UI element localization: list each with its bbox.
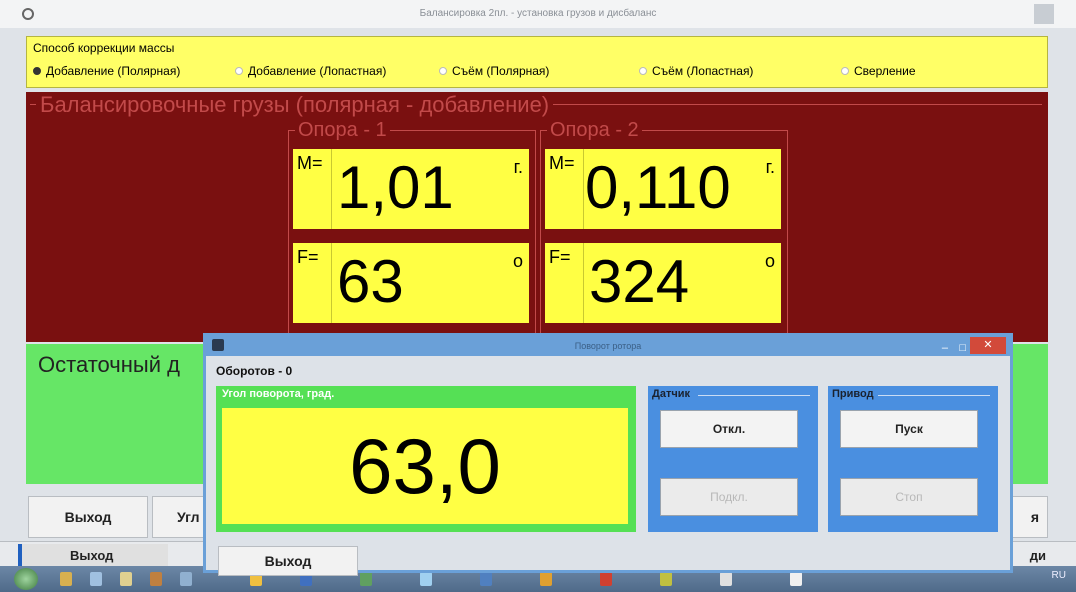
- angle-unit: o: [512, 251, 523, 271]
- taskbar-app-icon[interactable]: [720, 572, 732, 586]
- mass-prefix: M=: [297, 153, 323, 173]
- revolutions-counter: Оборотов - 0: [216, 364, 293, 378]
- close-icon[interactable]: ✕: [970, 337, 1006, 354]
- status-exit-tab[interactable]: Выход: [18, 544, 168, 568]
- angle-unit: o: [764, 251, 775, 271]
- taskbar-app-icon[interactable]: [60, 572, 72, 586]
- divider: [331, 243, 332, 323]
- exit-button[interactable]: Выход: [28, 496, 148, 538]
- radio-dot-icon: [33, 67, 41, 75]
- radio-remove-polar[interactable]: Съём (Полярная): [439, 64, 549, 78]
- angle-prefix: F=: [297, 247, 319, 267]
- mass-unit: г.: [513, 157, 523, 177]
- main-title-bar: Балансировка 2пл. - установка грузов и д…: [0, 0, 1076, 28]
- mass-value: 0,110: [585, 154, 731, 221]
- taskbar-app-icon[interactable]: [180, 572, 192, 586]
- sensor-group: Датчик Откл. Подкл.: [648, 386, 818, 532]
- support-1-title: Опора - 1: [295, 119, 390, 142]
- radio-label: Съём (Полярная): [452, 64, 550, 78]
- sensor-caption: Датчик: [652, 388, 690, 400]
- sensor-off-button[interactable]: Откл.: [660, 410, 798, 448]
- support-1-angle: F= 63 o: [293, 243, 529, 323]
- minimize-icon[interactable]: –: [942, 338, 948, 358]
- correction-mode-group: Способ коррекции массы Добавление (Поляр…: [26, 36, 1048, 88]
- divider: [331, 149, 332, 229]
- radio-dot-icon: [639, 67, 647, 75]
- support-1-mass: M= 1,01 г.: [293, 149, 529, 229]
- radio-label: Добавление (Полярная): [46, 64, 181, 78]
- rotation-angle-panel: Угол поворота, град. 63,0: [216, 386, 636, 532]
- mass-prefix: M=: [549, 153, 575, 173]
- radio-dot-icon: [841, 67, 849, 75]
- residual-title: Остаточный д: [38, 352, 180, 377]
- radio-label: Добавление (Лопастная): [248, 64, 387, 78]
- app-icon: [22, 8, 34, 20]
- taskbar-app-icon[interactable]: [660, 572, 672, 586]
- taskbar-app-icon[interactable]: [480, 572, 492, 586]
- dialog-app-icon: [212, 339, 224, 351]
- taskbar-app-icon[interactable]: [600, 572, 612, 586]
- drive-caption: Привод: [832, 388, 874, 400]
- divider: [583, 243, 584, 323]
- dialog-title: Поворот ротора: [574, 341, 642, 351]
- weights-legend: Балансировочные грузы (полярная - добавл…: [36, 92, 554, 118]
- status-right-text: ди: [1029, 548, 1046, 563]
- radio-remove-blade[interactable]: Съём (Лопастная): [639, 64, 753, 78]
- balancing-weights-panel: Балансировочные грузы (полярная - добавл…: [26, 92, 1048, 440]
- sensor-on-button[interactable]: Подкл.: [660, 478, 798, 516]
- system-tray[interactable]: RU: [1052, 570, 1066, 581]
- taskbar-app-icon[interactable]: [120, 572, 132, 586]
- drive-group: Привод Пуск Стоп: [828, 386, 998, 532]
- dialog-title-bar: Поворот ротора – □ ✕: [206, 336, 1010, 356]
- taskbar-app-icon[interactable]: [150, 572, 162, 586]
- radio-add-polar[interactable]: Добавление (Полярная): [33, 64, 180, 78]
- mass-unit: г.: [765, 157, 775, 177]
- support-2-title: Опора - 2: [547, 119, 642, 142]
- stop-button[interactable]: Стоп: [840, 478, 978, 516]
- minimize-button[interactable]: [1034, 4, 1054, 24]
- taskbar-app-icon[interactable]: [90, 572, 102, 586]
- dialog-exit-button[interactable]: Выход: [218, 546, 358, 576]
- radio-drilling[interactable]: Сверление: [841, 64, 916, 78]
- angle-prefix: F=: [549, 247, 571, 267]
- rotation-angle-caption: Угол поворота, град.: [222, 388, 335, 400]
- taskbar-app-icon[interactable]: [360, 572, 372, 586]
- angle-value: 63: [337, 248, 404, 315]
- maximize-icon[interactable]: □: [959, 338, 966, 358]
- correction-mode-caption: Способ коррекции массы: [33, 41, 175, 55]
- taskbar-app-icon[interactable]: [790, 572, 802, 586]
- radio-dot-icon: [439, 67, 447, 75]
- rotor-rotation-dialog: Поворот ротора – □ ✕ Оборотов - 0 Угол п…: [203, 333, 1013, 576]
- angle-value: 324: [589, 248, 690, 315]
- support-2-mass: M= 0,110 г.: [545, 149, 781, 229]
- start-button[interactable]: Пуск: [840, 410, 978, 448]
- divider: [878, 395, 990, 396]
- divider: [698, 395, 810, 396]
- taskbar-app-icon[interactable]: [540, 572, 552, 586]
- start-button-icon[interactable]: [14, 568, 38, 590]
- divider: [583, 149, 584, 229]
- radio-add-blade[interactable]: Добавление (Лопастная): [235, 64, 386, 78]
- rotation-angle-value: 63,0: [222, 408, 628, 524]
- taskbar-app-icon[interactable]: [420, 572, 432, 586]
- radio-dot-icon: [235, 67, 243, 75]
- radio-label: Сверление: [854, 64, 916, 78]
- radio-label: Съём (Лопастная): [652, 64, 754, 78]
- mass-value: 1,01: [337, 154, 454, 221]
- support-2-angle: F= 324 o: [545, 243, 781, 323]
- main-window-title: Балансировка 2пл. - установка грузов и д…: [419, 8, 657, 19]
